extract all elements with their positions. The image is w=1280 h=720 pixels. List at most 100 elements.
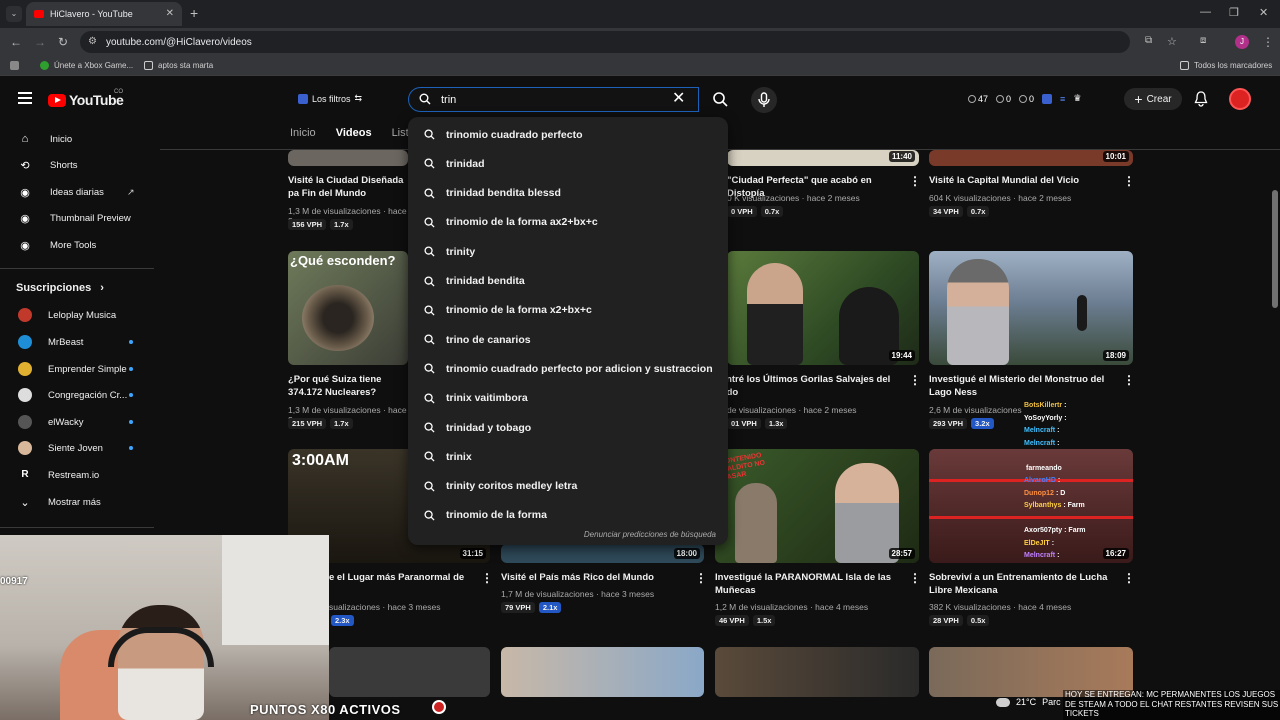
video-title[interactable]: Visité el País más Rico del Mundo (501, 571, 691, 584)
subscription-item[interactable]: Congregación Cr... (0, 384, 154, 406)
video-thumbnail[interactable] (501, 647, 704, 697)
new-tab-button[interactable]: + (190, 5, 198, 21)
video-title[interactable]: Investigué el Misterio del Monstruo del … (929, 373, 1119, 399)
notifications-bell-icon[interactable] (1194, 91, 1208, 107)
video-menu-icon[interactable]: ⋮ (1123, 571, 1135, 585)
tab-inicio[interactable]: Inicio (290, 127, 316, 139)
search-suggestion[interactable]: trinomio cuadrado perfecto por adicion y… (408, 354, 728, 383)
video-thumbnail[interactable] (715, 647, 919, 697)
video-title[interactable]: ¿Por qué Suiza tiene 374.172 Nucleares? (288, 373, 408, 399)
taskbar-weather[interactable]: 21°C Parc (996, 697, 1061, 707)
video-thumbnail[interactable] (288, 150, 408, 166)
multiplier-badge: 0.5x (966, 615, 990, 626)
account-avatar[interactable] (1229, 88, 1251, 110)
close-window-icon[interactable]: ✕ (1259, 6, 1268, 19)
subscription-item[interactable]: elWacky (0, 411, 154, 433)
search-suggestion[interactable]: trino de canarios (408, 325, 728, 354)
subscriptions-header[interactable]: Suscripciones › (16, 282, 104, 294)
video-title[interactable]: Sobreviví a un Entrenamiento de Lucha Li… (929, 571, 1119, 597)
bookmark-xbox[interactable]: Únete a Xbox Game... (40, 61, 133, 70)
subscription-item[interactable]: R Restream.io (0, 464, 154, 486)
vault-door-shape (302, 285, 374, 351)
profile-avatar[interactable]: J (1235, 35, 1249, 49)
video-thumbnail[interactable]: 11:40 (727, 150, 919, 166)
sidebar-item-more-tools[interactable]: ◉ More Tools (0, 234, 154, 256)
search-suggestion[interactable]: trinix (408, 442, 728, 471)
video-title[interactable]: Visité la Capital Mundial del Vicio (929, 174, 1119, 187)
trophy-icon[interactable]: ♛ (1073, 93, 1081, 104)
back-icon[interactable]: ← (10, 35, 22, 49)
bookmark-star-icon[interactable]: ☆ (1167, 35, 1177, 48)
all-bookmarks-folder[interactable]: Todos los marcadores (1180, 61, 1272, 70)
sidebar-item-thumbnail-preview[interactable]: ◉ Thumbnail Preview (0, 207, 154, 229)
video-thumbnail[interactable]: 18:00 (501, 544, 704, 563)
video-menu-icon[interactable]: ⋮ (909, 373, 921, 387)
search-suggestion[interactable]: trinomio de la forma ax2+bx+c (408, 208, 728, 237)
sidebar-item-ideas[interactable]: ◉ Ideas diarias ↗ (0, 181, 154, 203)
filters-button[interactable]: Los filtros ⇆ (298, 93, 362, 104)
search-suggestion[interactable]: trinix vaitimbora (408, 384, 728, 413)
search-suggestion[interactable]: trinity (408, 237, 728, 266)
extensions-icon[interactable]: ⧈ (1200, 35, 1206, 46)
address-bar[interactable]: ⚙ youtube.com/@HiClavero/videos (80, 31, 1130, 53)
hamburger-menu-icon[interactable] (18, 92, 32, 104)
close-tab-icon[interactable]: ✕ (166, 8, 174, 19)
show-more-button[interactable]: ⌄ Mostrar más (0, 491, 154, 513)
search-suggestion[interactable]: trinidad (408, 149, 728, 178)
video-thumbnail[interactable]: 18:09 (929, 251, 1133, 365)
video-menu-icon[interactable]: ⋮ (1123, 174, 1135, 188)
restore-icon[interactable]: ❐ (1229, 6, 1239, 19)
search-suggestion[interactable]: trinidad bendita (408, 267, 728, 296)
video-thumbnail[interactable]: 19:44 (727, 251, 919, 365)
voice-search-button[interactable] (751, 87, 777, 113)
sidebar-item-shorts[interactable]: ⟲ Shorts (0, 154, 154, 176)
install-app-icon[interactable]: ⧉ (1145, 35, 1152, 46)
subscription-item[interactable]: Emprender Simple (0, 358, 154, 380)
search-box[interactable] (408, 87, 699, 112)
forward-icon[interactable]: → (34, 35, 46, 49)
site-info-icon[interactable]: ⚙ (88, 36, 97, 47)
video-thumbnail[interactable]: 10:01 (929, 150, 1133, 166)
subscription-item[interactable]: Leloplay Musica (0, 304, 154, 326)
video-title[interactable]: Investigué la PARANORMAL Isla de las Muñ… (715, 571, 895, 597)
video-menu-icon[interactable]: ⋮ (909, 174, 921, 188)
search-suggestion[interactable]: trinomio de la forma (408, 501, 728, 530)
tab-search-button[interactable]: ⌄ (6, 6, 22, 22)
video-thumbnail[interactable]: ¿Qué esconden? (288, 251, 408, 365)
video-menu-icon[interactable]: ⋮ (1123, 373, 1135, 387)
extension-blue-icon[interactable] (1042, 93, 1053, 104)
search-suggestion[interactable]: trinidad bendita blessd (408, 179, 728, 208)
video-thumbnail[interactable]: CONTENIDO MALDITO NO PASAR 28:57 (715, 449, 919, 563)
search-icon (424, 363, 435, 374)
page-scrollbar[interactable] (1272, 190, 1278, 308)
chat-text: : (1051, 539, 1055, 547)
create-button[interactable]: + Crear (1124, 88, 1182, 110)
reload-icon[interactable]: ↻ (58, 35, 68, 49)
video-title[interactable]: contré los Últimos Gorilas Salvajes del … (715, 373, 895, 399)
video-thumbnail[interactable] (329, 647, 490, 697)
report-predictions-link[interactable]: Denunciar predicciones de búsqueda (584, 530, 716, 539)
subscription-item[interactable]: MrBeast (0, 331, 154, 353)
sidebar-item-inicio[interactable]: ⌂ Inicio (0, 128, 154, 150)
video-menu-icon[interactable]: ⋮ (909, 571, 921, 585)
apps-grid-icon[interactable] (10, 61, 19, 70)
browser-tab[interactable]: HiClavero - YouTube ✕ (26, 2, 182, 26)
bookmark-folder-aptos[interactable]: aptos sta marta (144, 61, 213, 70)
video-menu-icon[interactable]: ⋮ (695, 571, 707, 585)
minimize-icon[interactable]: — (1200, 6, 1211, 18)
search-suggestion[interactable]: trinidad y tobago (408, 413, 728, 442)
search-button[interactable] (706, 87, 734, 112)
search-suggestion[interactable]: trinomio cuadrado perfecto (408, 120, 728, 149)
video-menu-icon[interactable]: ⋮ (481, 571, 493, 585)
tab-videos[interactable]: Videos (336, 127, 372, 139)
clear-search-icon[interactable]: ✕ (672, 91, 685, 107)
youtube-logo[interactable]: YouTube CO (48, 89, 124, 108)
video-title[interactable]: e el Lugar más Paranormal de (329, 571, 479, 584)
browser-menu-icon[interactable]: ⋮ (1262, 35, 1274, 49)
search-input[interactable] (441, 92, 661, 108)
search-suggestion[interactable]: trinity coritos medley letra (408, 472, 728, 501)
subscription-item[interactable]: Siente Joven (0, 437, 154, 459)
search-suggestion[interactable]: trinomio de la forma x2+bx+c (408, 296, 728, 325)
list-icon[interactable]: ≡ (1060, 94, 1065, 104)
video-title[interactable]: Visité la Ciudad Diseñada pa Fin del Mun… (288, 174, 408, 200)
